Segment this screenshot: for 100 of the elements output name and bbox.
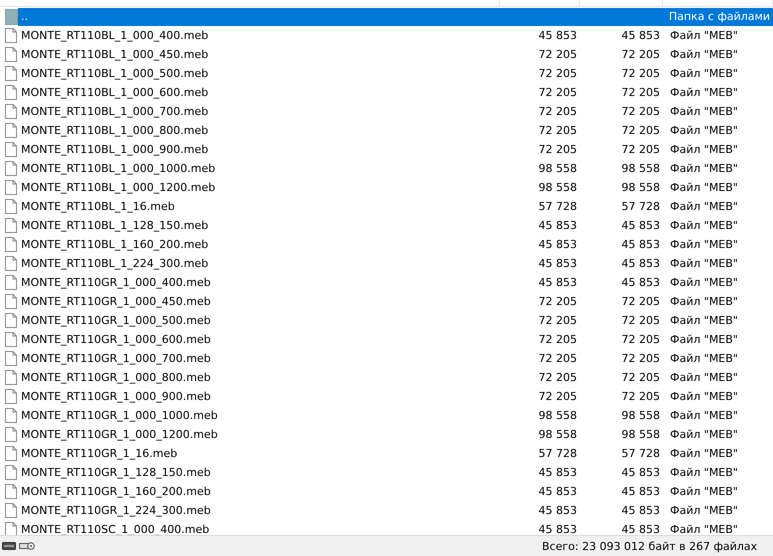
file-size: 72 205 bbox=[538, 142, 578, 158]
file-type: Файл "MEB" bbox=[669, 66, 739, 82]
file-row[interactable]: MONTE_RT110GR_1_160_200.meb 45 853 45 853 Файл "MEB" bbox=[0, 482, 773, 501]
file-type: Файл "MEB" bbox=[669, 351, 739, 367]
file-size: 72 205 bbox=[620, 142, 661, 158]
file-size: 72 205 bbox=[538, 332, 578, 348]
file-row[interactable]: MONTE_RT110BL_1_000_1000.meb 98 558 98 558 Файл "MEB" bbox=[0, 159, 773, 178]
file-row[interactable]: MONTE_RT110GR_1_000_800.meb 72 205 72 205 Файл "MEB" bbox=[0, 368, 773, 387]
file-size: 45 853 bbox=[538, 484, 578, 500]
file-size: 45 853 bbox=[620, 465, 661, 481]
file-icon bbox=[5, 180, 17, 195]
file-type: Файл "MEB" bbox=[669, 104, 739, 120]
file-size: 98 558 bbox=[538, 427, 578, 443]
network-drive-icon bbox=[19, 541, 35, 551]
file-size: 45 853 bbox=[620, 28, 661, 44]
file-type: Файл "MEB" bbox=[669, 256, 739, 272]
file-row[interactable]: MONTE_RT110BL_1_224_300.meb 45 853 45 853 Файл "MEB" bbox=[0, 254, 773, 273]
file-icon bbox=[5, 85, 17, 100]
file-size: 72 205 bbox=[620, 85, 661, 101]
file-row[interactable]: MONTE_RT110BL_1_160_200.meb 45 853 45 853 Файл "MEB" bbox=[0, 235, 773, 254]
file-row[interactable]: MONTE_RT110BL_1_16.meb 57 728 57 728 Файл "MEB" bbox=[0, 197, 773, 216]
file-row[interactable]: MONTE_RT110BL_1_000_800.meb 72 205 72 205 Файл "MEB" bbox=[0, 121, 773, 140]
file-icon bbox=[5, 408, 17, 423]
file-size: 72 205 bbox=[620, 313, 661, 329]
file-size: 45 853 bbox=[538, 275, 578, 291]
file-name: MONTE_RT110BL_1_000_1200.meb bbox=[20, 180, 216, 196]
file-size: 72 205 bbox=[620, 66, 661, 82]
file-size: 45 853 bbox=[538, 465, 578, 481]
file-icon bbox=[5, 275, 17, 290]
file-row[interactable]: MONTE_RT110GR_1_000_700.meb 72 205 72 205 Файл "MEB" bbox=[0, 349, 773, 368]
file-name: MONTE_RT110GR_1_000_700.meb bbox=[20, 351, 212, 367]
file-icon bbox=[5, 332, 17, 347]
file-row[interactable]: MONTE_RT110BL_1_000_400.meb 45 853 45 853 Файл "MEB" bbox=[0, 26, 773, 45]
file-row[interactable]: MONTE_RT110GR_1_000_450.meb 72 205 72 205 Файл "MEB" bbox=[0, 292, 773, 311]
file-size: 45 853 bbox=[620, 237, 661, 253]
file-size: 72 205 bbox=[620, 123, 661, 139]
file-row[interactable]: MONTE_RT110GR_1_128_150.meb 45 853 45 853 Файл "MEB" bbox=[0, 463, 773, 482]
file-type: Файл "MEB" bbox=[669, 142, 739, 158]
file-size: 57 728 bbox=[538, 199, 578, 215]
file-type: Файл "MEB" bbox=[669, 123, 739, 139]
file-size: 98 558 bbox=[620, 180, 661, 196]
file-name: MONTE_RT110GR_1_000_400.meb bbox=[20, 275, 212, 291]
file-name: MONTE_RT110GR_1_000_500.meb bbox=[20, 313, 212, 329]
file-type: Файл "MEB" bbox=[669, 484, 739, 500]
file-row[interactable]: MONTE_RT110BL_1_000_450.meb 72 205 72 205 Файл "MEB" bbox=[0, 45, 773, 64]
file-icon bbox=[5, 370, 17, 385]
drive-icon bbox=[2, 542, 16, 550]
file-row[interactable]: MONTE_RT110GR_1_000_600.meb 72 205 72 205 Файл "MEB" bbox=[0, 330, 773, 349]
file-icon bbox=[5, 484, 17, 499]
file-type: Файл "MEB" bbox=[669, 218, 739, 234]
file-size: 72 205 bbox=[620, 351, 661, 367]
file-row[interactable]: MONTE_RT110GR_1_224_300.meb 45 853 45 853 Файл "MEB" bbox=[0, 501, 773, 520]
file-size: 72 205 bbox=[620, 389, 661, 405]
file-row[interactable]: MONTE_RT110GR_1_000_1200.meb 98 558 98 558 Файл "MEB" bbox=[0, 425, 773, 444]
file-name: MONTE_RT110GR_1_000_1000.meb bbox=[20, 408, 219, 424]
file-name: MONTE_RT110GR_1_224_300.meb bbox=[20, 503, 212, 519]
file-name: MONTE_RT110BL_1_000_600.meb bbox=[20, 85, 210, 101]
file-name: MONTE_RT110BL_1_000_900.meb bbox=[20, 142, 210, 158]
file-row[interactable]: MONTE_RT110BL_1_000_500.meb 72 205 72 205 Файл "MEB" bbox=[0, 64, 773, 83]
file-size: 45 853 bbox=[620, 522, 661, 535]
file-size: 72 205 bbox=[620, 294, 661, 310]
parent-folder-row[interactable]: .. Папка с файлами bbox=[18, 8, 773, 26]
file-row[interactable]: MONTE_RT110BL_1_000_700.meb 72 205 72 205 Файл "MEB" bbox=[0, 102, 773, 121]
file-row[interactable]: MONTE_RT110GR_1_000_400.meb 45 853 45 853 Файл "MEB" bbox=[0, 273, 773, 292]
file-type: Файл "MEB" bbox=[669, 408, 739, 424]
file-icon bbox=[5, 142, 17, 157]
file-icon bbox=[5, 294, 17, 309]
file-row[interactable]: MONTE_RT110BL_1_000_600.meb 72 205 72 205 Файл "MEB" bbox=[0, 83, 773, 102]
file-size: 45 853 bbox=[538, 28, 578, 44]
file-name: MONTE_RT110GR_1_000_450.meb bbox=[20, 294, 212, 310]
file-size: 72 205 bbox=[538, 389, 578, 405]
file-size: 72 205 bbox=[538, 313, 578, 329]
file-size: 45 853 bbox=[620, 256, 661, 272]
file-icon bbox=[5, 218, 17, 233]
file-size: 72 205 bbox=[538, 66, 578, 82]
file-size: 45 853 bbox=[538, 218, 578, 234]
file-row[interactable]: MONTE_RT110GR_1_000_500.meb 72 205 72 205 Файл "MEB" bbox=[0, 311, 773, 330]
file-row[interactable]: MONTE_RT110GR_1_16.meb 57 728 57 728 Файл "MEB" bbox=[0, 444, 773, 463]
file-type: Файл "MEB" bbox=[669, 161, 739, 177]
file-type: Файл "MEB" bbox=[669, 522, 739, 535]
file-size: 98 558 bbox=[620, 408, 661, 424]
file-icon bbox=[5, 104, 17, 119]
file-name: MONTE_RT110GR_1_000_800.meb bbox=[20, 370, 212, 386]
file-icon bbox=[5, 199, 17, 214]
file-row[interactable]: MONTE_RT110GR_1_000_900.meb 72 205 72 205 Файл "MEB" bbox=[0, 387, 773, 406]
file-icon bbox=[5, 389, 17, 404]
status-summary: Всего: 23 093 012 байт в 267 файлах bbox=[542, 540, 758, 552]
file-name: MONTE_RT110GR_1_16.meb bbox=[20, 446, 178, 462]
file-icon bbox=[5, 161, 17, 176]
file-size: 45 853 bbox=[538, 522, 578, 535]
file-row[interactable]: MONTE_RT110GR_1_000_1000.meb 98 558 98 558 Файл "MEB" bbox=[0, 406, 773, 425]
file-icon bbox=[5, 47, 17, 62]
file-row[interactable]: MONTE_RT110BL_1_000_1200.meb 98 558 98 558 Файл "MEB" bbox=[0, 178, 773, 197]
file-type: Файл "MEB" bbox=[669, 370, 739, 386]
file-row[interactable]: MONTE_RT110BL_1_128_150.meb 45 853 45 853 Файл "MEB" bbox=[0, 216, 773, 235]
file-name: MONTE_RT110GR_1_160_200.meb bbox=[20, 484, 212, 500]
file-row[interactable]: MONTE_RT110BL_1_000_900.meb 72 205 72 205 Файл "MEB" bbox=[0, 140, 773, 159]
file-icon bbox=[5, 503, 17, 518]
file-size: 98 558 bbox=[620, 161, 661, 177]
file-size: 45 853 bbox=[538, 256, 578, 272]
